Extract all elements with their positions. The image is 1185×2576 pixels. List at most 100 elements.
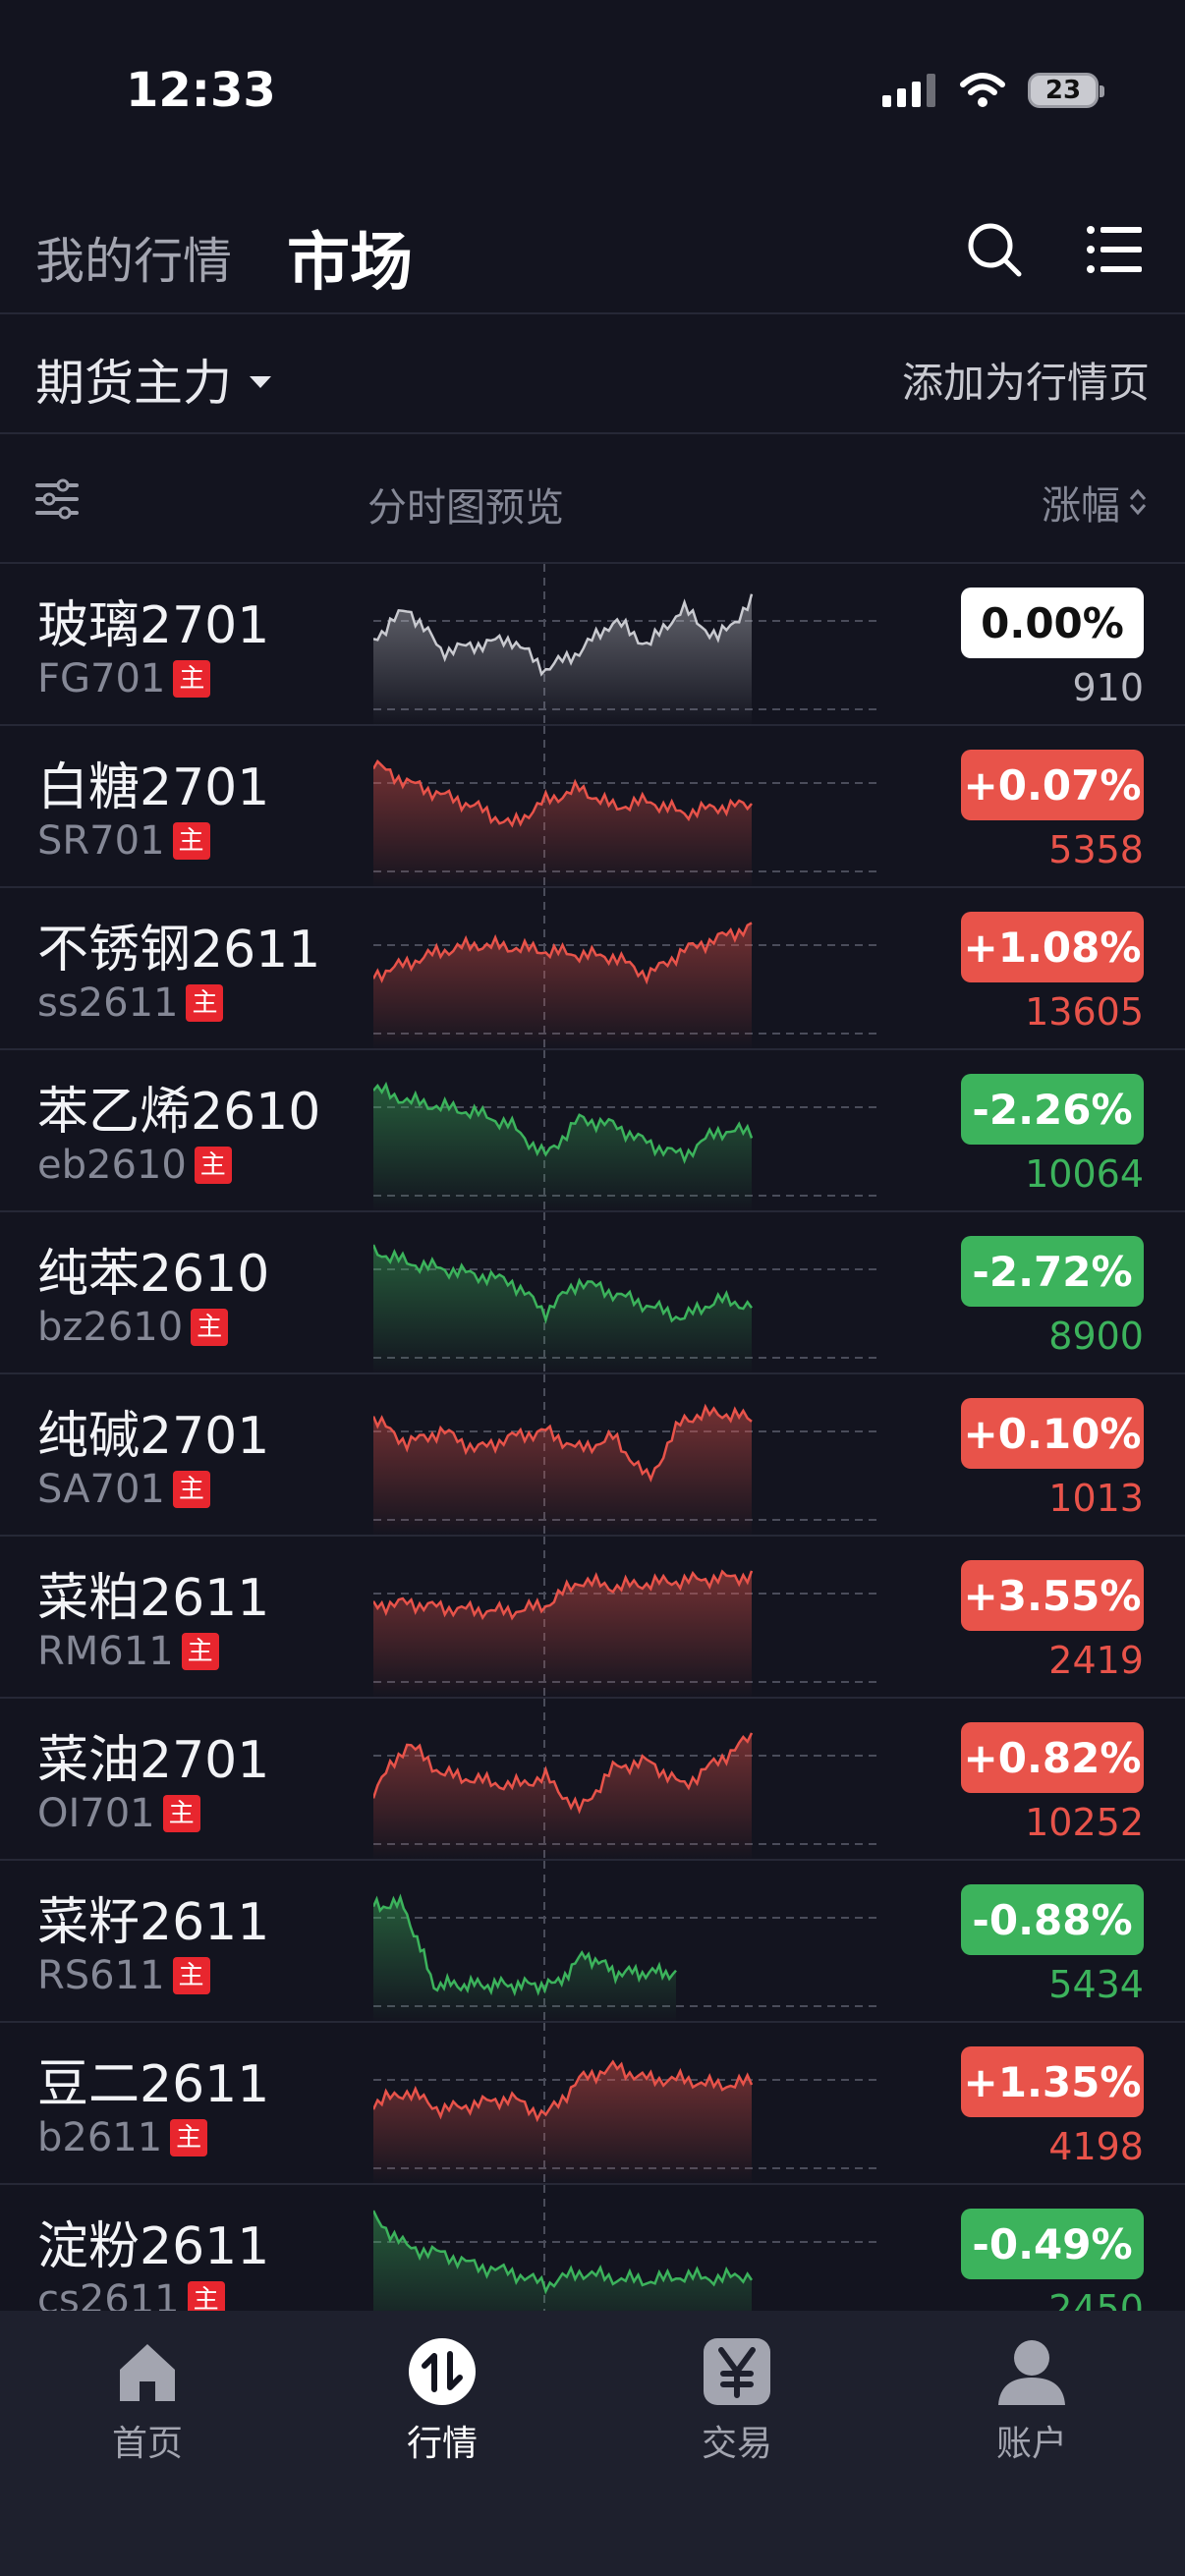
home-icon — [120, 2344, 175, 2401]
add-as-quote-page-button[interactable]: 添加为行情页 — [902, 350, 1150, 410]
main-contract-tag: 主 — [194, 1147, 232, 1184]
list-menu-icon[interactable] — [1085, 220, 1144, 279]
search-icon[interactable] — [965, 220, 1024, 279]
contract-code-line: SR701 主 — [37, 818, 210, 864]
quote-row[interactable]: 纯碱2701 SA701 主 +0.10% 1013 — [0, 1374, 1185, 1537]
last-price: 2419 — [1048, 1639, 1144, 1682]
last-price: 5434 — [1048, 1963, 1144, 2006]
contract-code-line: OI701 主 — [37, 1791, 200, 1836]
change-badge: -0.88% — [961, 1884, 1144, 1955]
quote-row[interactable]: 豆二2611 b2611 主 +1.35% 4198 — [0, 2023, 1185, 2185]
tab-trade[interactable]: 交易 — [590, 2336, 884, 2474]
last-price: 910 — [1072, 666, 1144, 709]
top-navigation: 我的行情 市场 — [0, 187, 1185, 314]
contract-code-line: RS611 主 — [37, 1953, 210, 1998]
column-header: 分时图预览 涨幅 — [0, 434, 1185, 564]
contract-name: 白糖2701 — [37, 758, 270, 817]
account-icon — [998, 2340, 1065, 2405]
column-change-label: 涨幅 — [1042, 483, 1120, 529]
tab-market-quotes[interactable]: 行情 — [295, 2336, 590, 2474]
quote-row[interactable]: 不锈钢2611 ss2611 主 +1.08% 13605 — [0, 888, 1185, 1050]
tab-label: 交易 — [701, 2424, 772, 2464]
quote-row[interactable]: 淀粉2611 cs2611 主 -0.49% 2450 — [0, 2185, 1185, 2311]
last-price: 5358 — [1048, 828, 1144, 871]
contract-name: 纯苯2610 — [37, 1245, 270, 1304]
status-icons: 23 — [882, 73, 1104, 108]
quote-row[interactable]: 菜粕2611 RM611 主 +3.55% 2419 — [0, 1537, 1185, 1699]
change-badge: +0.82% — [961, 1722, 1144, 1793]
contract-name: 豆二2611 — [37, 2055, 270, 2114]
category-dropdown[interactable]: 期货主力 — [35, 344, 271, 415]
category-label: 期货主力 — [35, 355, 232, 412]
contract-code-line: SA701 主 — [37, 1467, 210, 1512]
bottom-tab-bar: 首页 行情 交易 账户 — [0, 2311, 1185, 2576]
main-contract-tag: 主 — [187, 2281, 225, 2311]
contract-name: 淀粉2611 — [37, 2217, 270, 2276]
intraday-sparkline — [373, 1861, 876, 2023]
contract-code: RS611 — [37, 1953, 165, 1998]
intraday-sparkline — [373, 1699, 876, 1861]
battery-icon: 23 — [1028, 73, 1104, 108]
contract-code-line: ss2611 主 — [37, 980, 224, 1026]
intraday-sparkline — [373, 2185, 876, 2311]
contract-name: 菜油2701 — [37, 1731, 270, 1790]
quote-row[interactable]: 白糖2701 SR701 主 +0.07% 5358 — [0, 726, 1185, 888]
main-contract-tag: 主 — [172, 822, 210, 860]
last-price: 4198 — [1048, 2125, 1144, 2168]
intraday-sparkline — [373, 564, 876, 726]
contract-name: 菜籽2611 — [37, 1893, 270, 1952]
contract-code: SR701 — [37, 818, 165, 864]
filter-sliders-icon[interactable] — [35, 477, 79, 521]
change-badge: +1.35% — [961, 2046, 1144, 2117]
contract-code: ss2611 — [37, 980, 179, 1026]
intraday-sparkline — [373, 726, 876, 888]
contract-code: b2611 — [37, 2115, 163, 2160]
tab-label: 首页 — [111, 2424, 183, 2464]
contract-code: bz2610 — [37, 1305, 184, 1350]
intraday-sparkline — [373, 1374, 876, 1537]
main-contract-tag: 主 — [191, 1309, 229, 1346]
change-badge: +0.10% — [961, 1398, 1144, 1469]
quote-list: 玻璃2701 FG701 主 0.00% 910 白糖2701 SR701 主 +0… — [0, 564, 1185, 2311]
main-contract-tag: 主 — [181, 1633, 219, 1670]
tab-label: 行情 — [406, 2424, 478, 2464]
quote-row[interactable]: 苯乙烯2610 eb2610 主 -2.26% 10064 — [0, 1050, 1185, 1212]
contract-name: 纯碱2701 — [37, 1407, 270, 1466]
last-price: 2450 — [1048, 2287, 1144, 2311]
main-contract-tag: 主 — [172, 1471, 210, 1508]
main-contract-tag: 主 — [170, 2119, 208, 2156]
intraday-sparkline — [373, 1537, 876, 1699]
change-badge: 0.00% — [961, 588, 1144, 658]
contract-name: 菜粕2611 — [37, 1569, 270, 1628]
tab-account[interactable]: 账户 — [884, 2336, 1179, 2474]
column-preview-label: 分时图预览 — [367, 485, 564, 531]
last-price: 8900 — [1048, 1315, 1144, 1358]
contract-code: SA701 — [37, 1467, 165, 1512]
status-time: 12:33 — [126, 63, 276, 118]
last-price: 13605 — [1025, 990, 1144, 1034]
change-badge: +3.55% — [961, 1560, 1144, 1631]
tab-my-quotes[interactable]: 我的行情 — [35, 222, 232, 293]
sub-header: 期货主力 添加为行情页 — [0, 314, 1185, 434]
contract-code-line: cs2611 主 — [37, 2277, 225, 2311]
last-price: 1013 — [1048, 1477, 1144, 1520]
contract-code: cs2611 — [37, 2277, 180, 2311]
quote-row[interactable]: 玻璃2701 FG701 主 0.00% 910 — [0, 564, 1185, 726]
last-price: 10064 — [1025, 1152, 1144, 1196]
quote-row[interactable]: 纯苯2610 bz2610 主 -2.72% 8900 — [0, 1212, 1185, 1374]
intraday-sparkline — [373, 2023, 876, 2185]
sort-by-change-button[interactable]: 涨幅 — [1042, 474, 1148, 531]
contract-code-line: FG701 主 — [37, 656, 211, 701]
change-badge: -2.26% — [961, 1074, 1144, 1145]
change-badge: -2.72% — [961, 1236, 1144, 1307]
quote-row[interactable]: 菜籽2611 RS611 主 -0.88% 5434 — [0, 1861, 1185, 2023]
last-price: 10252 — [1025, 1801, 1144, 1844]
intraday-sparkline — [373, 1050, 876, 1212]
tab-home[interactable]: 首页 — [0, 2336, 295, 2474]
quote-row[interactable]: 菜油2701 OI701 主 +0.82% 10252 — [0, 1699, 1185, 1861]
tab-market[interactable]: 市场 — [287, 212, 413, 303]
change-badge: +1.08% — [961, 912, 1144, 982]
main-contract-tag: 主 — [162, 1795, 200, 1832]
change-badge: +0.07% — [961, 750, 1144, 820]
contract-code-line: RM611 主 — [37, 1629, 219, 1674]
